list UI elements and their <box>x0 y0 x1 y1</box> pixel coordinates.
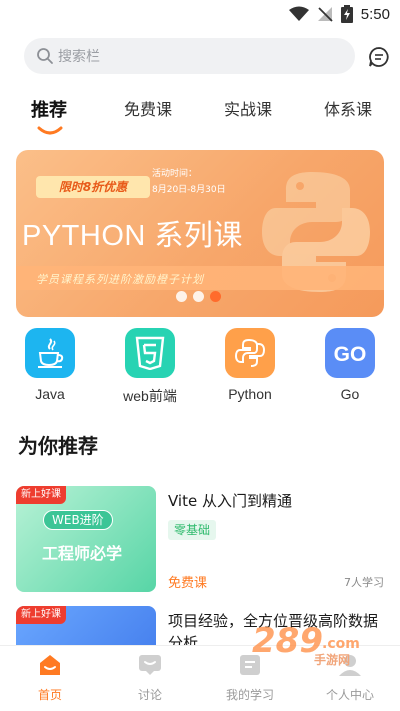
category-label: Go <box>340 386 360 402</box>
category-python[interactable]: Python <box>210 328 290 402</box>
discussion-icon <box>139 655 161 675</box>
language-categories: Java web前端 Python GO Go <box>0 328 400 408</box>
level-tag: 零基础 <box>168 520 217 540</box>
banner-date-label: 活动时间： <box>152 169 198 179</box>
category-java[interactable]: Java <box>10 328 90 402</box>
battery-charging-icon <box>340 5 353 23</box>
thumb-text: 工程师必学 <box>42 544 123 563</box>
course-card[interactable]: 新上好课 WEB进阶 工程师必学 Vite 从入门到精通 零基础 免费课 7人学… <box>16 486 386 594</box>
banner-dot-active[interactable] <box>210 291 221 302</box>
go-icon: GO <box>325 328 375 378</box>
svg-text:289: 289 <box>252 621 323 661</box>
status-time: 5:50 <box>360 5 390 23</box>
home-icon <box>40 655 60 675</box>
tab-practical-courses[interactable]: 实战课 <box>224 96 272 120</box>
tab-active-indicator <box>37 126 63 135</box>
java-icon <box>25 328 75 378</box>
course-thumbnail: 新上好课 WEB进阶 工程师必学 <box>16 486 156 592</box>
search-input[interactable]: 搜索栏 <box>24 38 355 74</box>
python-icon <box>225 328 275 378</box>
banner-title: PYTHON 系列课 <box>22 220 243 252</box>
category-label: web前端 <box>123 388 177 404</box>
banner-subtitle: 学员课程系列进阶激励橙子计划 <box>36 273 204 286</box>
html5-icon <box>125 328 175 378</box>
search-placeholder: 搜索栏 <box>58 49 100 65</box>
nav-discussion[interactable]: 讨论 <box>100 654 200 703</box>
watermark-text: 手游网 <box>314 653 351 667</box>
thumb-tag: WEB进阶 <box>43 510 113 530</box>
promo-banner[interactable]: 限时8折优惠 活动时间： 8月20日-8月30日 PYTHON 系列课 学员课程… <box>16 150 384 317</box>
watermark-logo: 289 .com <box>252 621 360 661</box>
category-label: Java <box>35 386 65 402</box>
tab-system-courses[interactable]: 体系课 <box>324 96 372 120</box>
nav-home[interactable]: 首页 <box>0 654 100 703</box>
banner-dot[interactable] <box>176 291 187 302</box>
section-title: 为你推荐 <box>18 434 98 458</box>
tab-recommend[interactable]: 推荐 <box>31 96 67 122</box>
new-course-badge: 新上好课 <box>16 606 66 624</box>
no-signal-icon <box>317 7 333 22</box>
nav-label: 讨论 <box>137 688 162 702</box>
message-icon[interactable] <box>368 46 390 68</box>
banner-date-range: 8月20日-8月30日 <box>152 185 226 195</box>
status-bar: 5:50 <box>0 0 400 30</box>
banner-pagination <box>176 291 221 302</box>
tab-free-courses[interactable]: 免费课 <box>124 96 172 120</box>
category-web-frontend[interactable]: web前端 <box>110 328 190 406</box>
course-title: Vite 从入门到精通 <box>168 492 292 510</box>
nav-label: 我的学习 <box>225 688 274 702</box>
svg-text:GO: GO <box>334 343 367 364</box>
learner-count: 7人学习 <box>344 576 384 589</box>
search-row: 搜索栏 <box>24 38 390 74</box>
wifi-icon <box>288 6 309 21</box>
banner-dot[interactable] <box>193 291 204 302</box>
category-go[interactable]: GO Go <box>310 328 390 402</box>
category-label: Python <box>228 386 272 402</box>
category-tabs: 推荐 免费课 实战课 体系课 <box>0 96 400 136</box>
banner-promo-label: 限时8折优惠 <box>36 176 150 198</box>
svg-text:.com: .com <box>322 636 360 652</box>
nav-label: 个人中心 <box>325 688 374 702</box>
course-price: 免费课 <box>168 576 208 591</box>
search-icon <box>37 48 53 64</box>
nav-label: 首页 <box>37 688 62 702</box>
new-course-badge: 新上好课 <box>16 486 66 504</box>
